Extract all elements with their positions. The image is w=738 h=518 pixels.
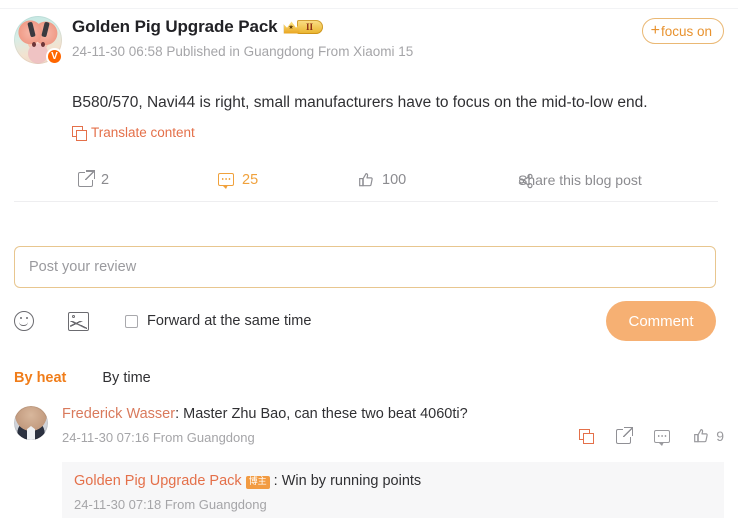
comment-body-text: Master Zhu Bao, can these two beat 4060t… [183, 406, 468, 422]
avatar-detail [32, 42, 36, 47]
translate-label: Translate content [91, 125, 195, 141]
submit-comment-button[interactable]: Comment [606, 301, 716, 341]
comment-sort-tabs: By heat By time [14, 370, 151, 386]
reply-author-name[interactable]: Golden Pig Upgrade Pack [74, 473, 242, 489]
member-level-badge[interactable]: II [283, 19, 323, 35]
avatar-detail [41, 42, 45, 47]
post-byline: 24-11-30 06:58 Published in Guangdong Fr… [72, 44, 414, 59]
like-count: 100 [382, 171, 407, 188]
image-icon-sun [72, 315, 75, 318]
repost-action[interactable]: 2 [78, 169, 218, 188]
reply-text-line: Golden Pig Upgrade Pack 博主: Win by runnin… [74, 471, 712, 491]
plus-icon: + [650, 22, 660, 39]
comment-translate-icon[interactable] [579, 429, 595, 444]
avatar-detail [41, 21, 50, 38]
follow-button[interactable]: + focus on [641, 18, 724, 44]
comment-count: 25 [242, 171, 259, 188]
comment-icon-dots [657, 434, 668, 437]
repost-icon-part [86, 170, 95, 172]
blogger-badge: 博主 [245, 476, 270, 489]
comment-avatar[interactable] [14, 406, 48, 440]
comment-reply-icon[interactable] [654, 429, 671, 446]
repost-icon-part [624, 426, 634, 428]
avatar[interactable]: V [14, 16, 63, 65]
comment-action-bar: 9 [579, 425, 724, 446]
star-icon [288, 24, 294, 30]
image-icon-mountain [70, 320, 87, 329]
post-container: V Golden Pig Upgrade Pack II 24-11-30 06… [0, 14, 738, 202]
top-divider [0, 8, 738, 9]
share-post-action[interactable]: Share this blog post [518, 172, 642, 188]
repost-count: 2 [101, 171, 110, 188]
member-level-value: II [296, 20, 323, 34]
comment-like-action[interactable]: 9 [693, 428, 724, 444]
post-divider [14, 200, 718, 202]
comment-repost-icon[interactable] [616, 425, 635, 444]
comment-header: Frederick Wasser: Master Zhu Bao, can th… [0, 404, 738, 446]
forward-checkbox[interactable] [125, 314, 138, 328]
repost-icon-part [93, 170, 95, 180]
reply-meta: 24-11-30 07:18 From Guangdong [74, 497, 267, 513]
sort-tab-by-heat[interactable]: By heat [14, 370, 66, 386]
emoji-mouth [19, 322, 28, 326]
translate-content-link[interactable]: Translate content [72, 125, 195, 141]
forward-checkbox-label: Forward at the same time [147, 313, 312, 329]
review-input[interactable] [14, 246, 716, 288]
image-upload-icon[interactable] [68, 311, 89, 331]
verified-badge-icon: V [46, 48, 63, 65]
comment-reply-item: Golden Pig Upgrade Pack 博主: Win by runnin… [62, 462, 724, 518]
comment-bubble-icon [218, 173, 234, 190]
post-body-text: B580/570, Navi44 is right, small manufac… [72, 94, 648, 111]
translate-icon [72, 125, 87, 141]
composer-toolbar: Forward at the same time Comment [14, 301, 716, 341]
repost-icon-part [631, 426, 634, 436]
follow-button-label: focus on [660, 23, 712, 39]
emoji-icon[interactable] [14, 311, 34, 331]
avatar-detail [27, 21, 36, 38]
comment-separator: : [175, 406, 184, 422]
comment-like-count: 9 [716, 428, 724, 444]
sort-tab-by-time[interactable]: By time [102, 370, 150, 386]
reply-separator: : [273, 473, 282, 489]
comment-text-line: Frederick Wasser: Master Zhu Bao, can th… [62, 404, 724, 425]
share-post-label: Share this blog post [518, 171, 642, 188]
comment-author-name[interactable]: Frederick Wasser [62, 406, 175, 422]
comment-item: Frederick Wasser: Master Zhu Bao, can th… [0, 404, 738, 446]
post-action-bar: 2 25 100 Share this blog post [78, 163, 738, 197]
author-row: Golden Pig Upgrade Pack II [72, 14, 738, 40]
comment-avatar-detail [27, 426, 35, 440]
repost-icon [78, 169, 96, 188]
author-name[interactable]: Golden Pig Upgrade Pack [72, 17, 278, 37]
emoji-eye [26, 317, 28, 319]
reply-body-text: Win by running points [281, 473, 422, 489]
forward-checkbox-group[interactable]: Forward at the same time [125, 313, 311, 329]
comment-icon-dots [221, 178, 231, 181]
comment-composer: Forward at the same time Comment [14, 246, 716, 341]
emoji-eye [20, 317, 22, 319]
thumbs-up-icon [693, 428, 709, 444]
weibo-post-detail: V Golden Pig Upgrade Pack II 24-11-30 06… [0, 0, 738, 518]
like-action[interactable]: 100 [358, 172, 518, 188]
comment-action[interactable]: 25 [218, 171, 358, 190]
share-nodes-icon [518, 173, 534, 189]
thumbs-up-icon [358, 172, 374, 188]
post-header: V Golden Pig Upgrade Pack II 24-11-30 06… [0, 14, 738, 76]
